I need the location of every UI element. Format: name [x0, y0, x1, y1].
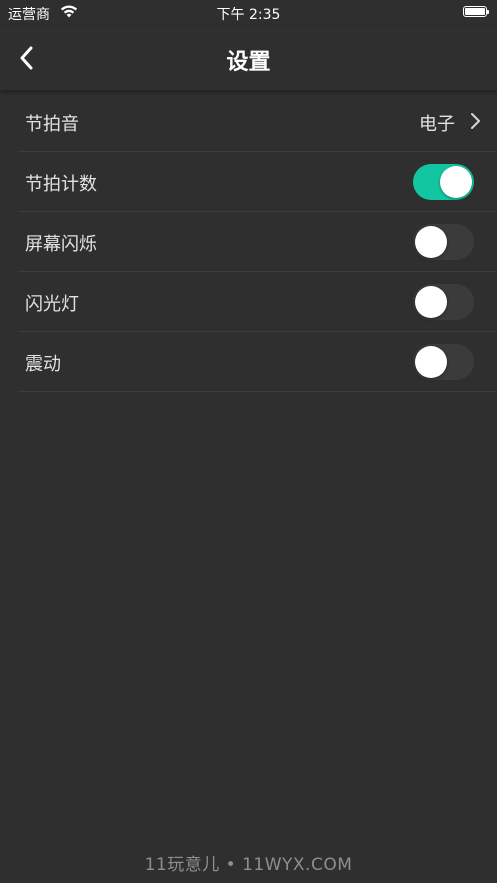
toggle-knob — [440, 166, 472, 198]
setting-label: 闪光灯 — [25, 294, 79, 315]
setting-label: 震动 — [25, 354, 61, 375]
watermark: 11玩意儿 • 11WYX.COM — [144, 855, 353, 875]
vibration-toggle[interactable] — [413, 344, 474, 380]
setting-row-beat-sound[interactable]: 节拍音 电子 — [18, 92, 497, 152]
page-title: 设置 — [226, 50, 271, 75]
setting-row-screen-flash: 屏幕闪烁 — [18, 212, 497, 272]
toggle-knob — [415, 346, 447, 378]
toggle-knob — [415, 286, 447, 318]
status-time: 下午 2:35 — [216, 7, 281, 23]
setting-row-beat-count: 节拍计数 — [18, 152, 497, 212]
battery-icon — [463, 6, 489, 17]
nav-bar: 设置 — [0, 26, 497, 90]
screen-flash-toggle[interactable] — [413, 224, 474, 260]
setting-label: 节拍计数 — [25, 174, 97, 195]
setting-row-flashlight: 闪光灯 — [18, 272, 497, 332]
battery-level — [465, 8, 485, 15]
status-bar: 运营商 下午 2:35 — [0, 0, 497, 26]
setting-label: 节拍音 — [25, 114, 79, 135]
setting-value: 电子 — [419, 114, 455, 135]
beat-count-toggle[interactable] — [413, 164, 474, 200]
setting-row-vibration: 震动 — [18, 332, 497, 392]
flashlight-toggle[interactable] — [413, 284, 474, 320]
settings-list: 节拍音 电子 节拍计数 屏幕闪烁 闪光灯 震动 — [18, 92, 497, 392]
toggle-knob — [415, 226, 447, 258]
setting-label: 屏幕闪烁 — [25, 234, 97, 255]
chevron-right-icon — [471, 113, 480, 129]
